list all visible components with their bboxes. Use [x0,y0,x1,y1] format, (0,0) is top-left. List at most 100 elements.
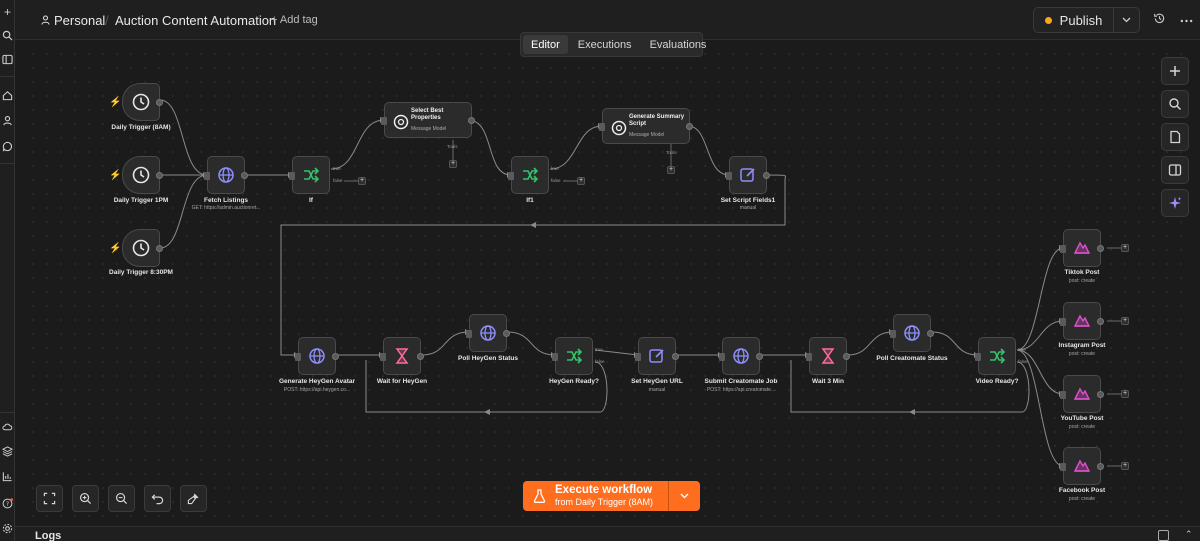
workflow-title[interactable]: Auction Content Automation [115,13,276,28]
side-panel-button[interactable] [1161,156,1189,184]
app: + ? Personal / Auction Content Automatio… [0,0,1200,541]
add-node-button[interactable]: + [358,177,366,185]
node-subtitle: POST: https://api.creatomate... [706,387,776,393]
node-subtitle: post: create [1068,496,1096,502]
popout-icon[interactable] [1158,530,1169,541]
sticky-note-button[interactable] [1161,123,1189,151]
node-subtitle: post: create [1068,278,1096,284]
node-generate-summary-script[interactable]: Generate Summary Script Message Model [599,108,693,144]
node-video-ready[interactable] [975,337,1016,375]
false-branch-label: false [1018,359,1028,364]
add-node-button[interactable]: + [1121,317,1129,325]
node-submit-creatomate-job[interactable] [719,337,763,375]
node-if[interactable] [289,156,330,194]
tidy-up-button[interactable] [180,485,207,512]
node-set-heygen-url[interactable] [635,337,679,375]
fit-view-button[interactable] [36,485,63,512]
tab-evaluations[interactable]: Evaluations [642,35,715,54]
user-icon[interactable] [1,115,14,128]
node-daily-trigger-8am[interactable]: ⚡ [109,83,163,121]
node-label: Video Ready? [975,378,1019,385]
publish-button[interactable]: Publish [1034,8,1114,32]
node-facebook-post[interactable] [1060,447,1104,485]
home-icon[interactable] [1,90,14,103]
node-subtitle: post: create [1068,351,1096,357]
publish-dropdown-button[interactable] [1114,8,1139,32]
execute-workflow-button[interactable]: Execute workflow from Daily Trigger (8AM… [523,481,669,511]
logs-panel-bar[interactable]: Logs ⌃ [15,526,1200,541]
social-post-icon [1073,314,1091,327]
zoom-in-button[interactable] [72,485,99,512]
node-if1[interactable] [508,156,549,194]
add-node-panel-button[interactable] [1161,57,1189,85]
search-icon[interactable] [1,30,14,43]
node-tiktok-post[interactable] [1060,229,1104,267]
node-subtitle: Message Model [629,132,665,138]
workspace-breadcrumb[interactable]: Personal [54,13,105,28]
more-options-button[interactable] [1180,10,1196,26]
add-tag-button[interactable]: + Add tag [271,14,318,26]
sidebar-toggle-icon[interactable] [1,54,14,67]
zoom-out-icon [115,492,128,505]
node-label: If1 [526,197,534,204]
node-daily-trigger-830pm[interactable]: ⚡ [109,229,163,267]
add-node-button[interactable]: + [1121,390,1129,398]
node-wait-3-min[interactable] [806,337,850,375]
node-label: Wait for HeyGen [376,378,428,385]
node-generate-heygen-avatar[interactable] [295,337,339,375]
node-instagram-post[interactable] [1060,302,1104,340]
chevron-up-icon[interactable]: ⌃ [1185,529,1193,540]
user-icon [41,15,50,25]
tab-executions[interactable]: Executions [570,35,640,54]
ai-assistant-button[interactable] [1161,189,1189,217]
true-branch-label: true [1018,347,1026,352]
undo-button[interactable] [144,485,171,512]
cloud-icon[interactable] [1,421,14,434]
node-label: Facebook Post [1058,487,1106,494]
chat-icon[interactable] [1,141,14,154]
templates-icon[interactable] [1,446,14,459]
tools-port-label: Tools [447,144,458,149]
plus-icon[interactable]: + [1,6,14,19]
sparkle-icon [1169,197,1182,209]
logs-label: Logs [35,530,62,541]
node-poll-heygen-status[interactable] [466,314,510,352]
help-icon[interactable]: ? [1,498,14,511]
globe-icon [904,325,920,341]
history-button[interactable] [1153,12,1169,28]
hourglass-icon [395,348,409,364]
node-poll-creatomate-status[interactable] [890,314,934,352]
add-tool-button[interactable]: + [667,166,675,174]
search-nodes-button[interactable] [1161,90,1189,118]
node-fetch-listings[interactable] [204,156,248,194]
insights-icon[interactable] [1,471,14,484]
node-wait-for-heygen[interactable] [380,337,424,375]
publish-label: Publish [1059,12,1103,28]
add-node-button[interactable]: + [1121,244,1129,252]
chevron-down-icon [1122,17,1131,23]
node-select-best-properties[interactable]: Select Best Properties Message Model [381,102,475,138]
node-youtube-post[interactable] [1060,375,1104,413]
publish-group: Publish [1033,7,1140,33]
left-rail: + ? [0,0,15,541]
false-branch-label: false [551,178,561,183]
zoom-out-button[interactable] [108,485,135,512]
settings-icon[interactable] [1,523,14,536]
true-branch-label: true [551,166,559,171]
globe-icon [480,325,496,341]
execute-dropdown-button[interactable] [669,481,700,511]
node-daily-trigger-1pm[interactable]: ⚡ [109,156,163,194]
tab-editor[interactable]: Editor [523,35,568,54]
add-tool-button[interactable]: + [449,160,457,168]
status-dot-icon [1044,16,1052,24]
add-node-button[interactable]: + [577,177,585,185]
branch-icon [990,348,1006,364]
node-heygen-ready[interactable] [552,337,593,375]
node-subtitle: manual [739,205,757,211]
node-label: Poll HeyGen Status [458,355,518,362]
execute-subtitle: from Daily Trigger (8AM) [555,497,654,507]
node-set-script-fields1[interactable] [726,156,770,194]
openai-icon [393,114,409,130]
globe-icon [218,167,234,183]
add-node-button[interactable]: + [1121,462,1129,470]
